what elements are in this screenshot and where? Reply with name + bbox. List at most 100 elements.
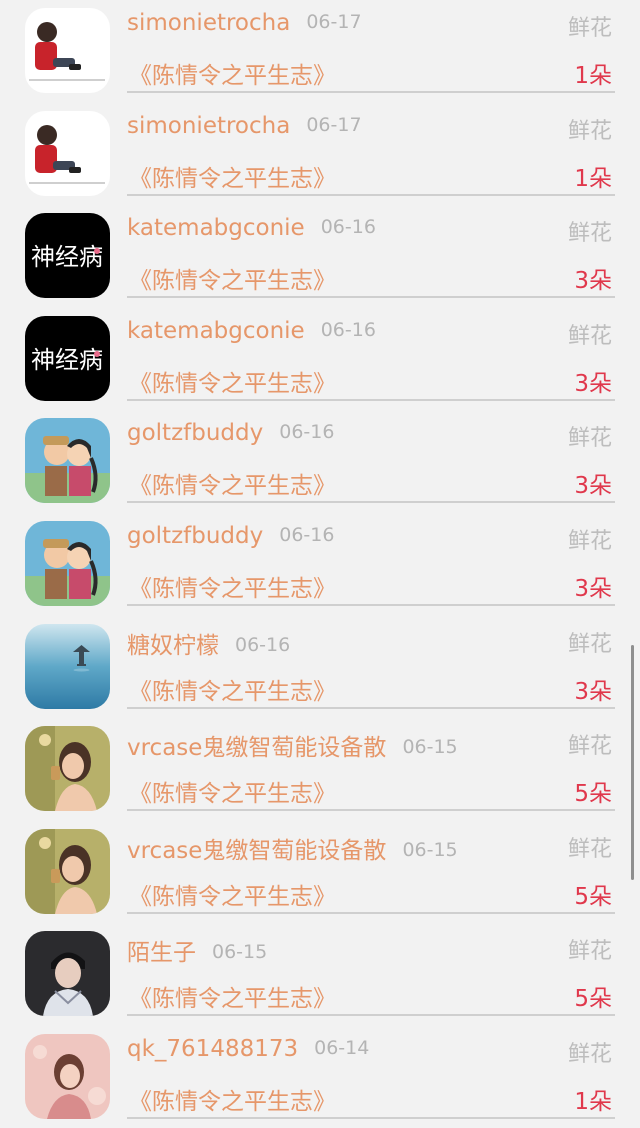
list-item[interactable]: vrcase鬼缴智萄能设备散 06-15 鲜花《陈情令之平生志》 5朵 xyxy=(0,821,640,923)
username[interactable]: simonietrocha 06-17 xyxy=(127,10,362,36)
divider xyxy=(127,1014,615,1017)
divider xyxy=(127,706,615,709)
divider xyxy=(127,398,615,401)
gift-count: 3朵 xyxy=(574,576,612,602)
username[interactable]: simonietrocha 06-17 xyxy=(127,113,362,139)
username[interactable]: qk_761488173 06-14 xyxy=(127,1036,369,1062)
black-calligraphy-icon: 神经病 xyxy=(25,315,110,401)
gift-type: 鲜花 xyxy=(567,16,612,41)
gift-date: 06-15 xyxy=(402,736,458,759)
username-text: katemabgconie xyxy=(127,215,305,242)
gift-date: 06-15 xyxy=(212,941,268,964)
avatar[interactable] xyxy=(25,1034,110,1119)
gift-type: 鲜花 xyxy=(567,323,612,349)
gift-date: 06-16 xyxy=(279,524,335,546)
username[interactable]: vrcase鬼缴智萄能设备散 06-15 xyxy=(127,728,458,762)
woman-portrait-icon xyxy=(25,828,110,914)
gift-type: 鲜花 xyxy=(567,836,612,862)
gift-date: 06-16 xyxy=(320,216,376,239)
boy-red-jacket-icon xyxy=(25,8,110,93)
list-item[interactable]: goltzfbuddy 06-16 鲜花《陈情令之平生志》 3朵 xyxy=(0,410,640,512)
username-text: simonietrocha xyxy=(127,112,291,139)
list-item[interactable]: simonietrocha 06-17 鲜花《陈情令之平生志》 1朵 xyxy=(0,103,640,205)
avatar[interactable]: 神经病 xyxy=(25,315,110,401)
gift-type: 鲜花 xyxy=(567,1042,612,1067)
book-title[interactable]: 《陈情令之平生志》 xyxy=(129,159,336,193)
gift-count: 1朵 xyxy=(574,63,612,89)
gift-date: 06-16 xyxy=(320,318,376,341)
woman-portrait-icon xyxy=(25,726,110,812)
gift-type: 鲜花 xyxy=(567,939,612,965)
list-item[interactable]: vrcase鬼缴智萄能设备散 06-15 鲜花 《陈情令之平生志》 5朵 xyxy=(0,718,640,820)
avatar-text: 神经病 xyxy=(31,346,103,374)
gift-count: 3朵 xyxy=(574,473,612,500)
gift-type: 鲜花 xyxy=(567,118,612,144)
username[interactable]: goltzfbuddy 06-16 xyxy=(127,420,334,446)
list-item[interactable]: 糖奴柠檬 06-16 鲜花《陈情令之平生志》 3朵 xyxy=(0,616,640,718)
divider xyxy=(127,809,615,812)
divider xyxy=(127,91,615,93)
list-item[interactable]: 神经病 katemabgconie 06-16 鲜花 《陈情令之平生志》 3朵 xyxy=(0,205,640,307)
gift-date: 06-15 xyxy=(402,838,458,861)
gift-date: 06-16 xyxy=(279,421,335,444)
avatar[interactable] xyxy=(25,623,110,709)
avatar[interactable] xyxy=(25,8,110,93)
username-text: qk_761488173 xyxy=(127,1036,299,1062)
book-title[interactable]: 《陈情令之平生志》 xyxy=(129,56,336,90)
username[interactable]: vrcase鬼缴智萄能设备散 06-15 xyxy=(127,831,458,865)
black-calligraphy-icon: 神经病 xyxy=(25,213,110,299)
divider xyxy=(127,501,615,504)
avatar[interactable] xyxy=(25,418,110,504)
username[interactable]: 糖奴柠檬 06-16 xyxy=(127,626,290,660)
avatar-text: 神经病 xyxy=(31,243,103,271)
gift-date: 06-14 xyxy=(314,1037,370,1059)
username-text: 糖奴柠檬 xyxy=(127,632,219,659)
gift-date: 06-16 xyxy=(235,633,291,656)
gift-count: 1朵 xyxy=(574,1089,612,1115)
book-title[interactable]: 《陈情令之平生志》 xyxy=(129,569,336,603)
anime-couple-icon xyxy=(25,418,110,504)
book-title[interactable]: 《陈情令之平生志》 xyxy=(129,877,336,911)
username[interactable]: katemabgconie 06-16 xyxy=(127,215,376,241)
avatar[interactable] xyxy=(25,931,110,1017)
gift-type: 鲜花 xyxy=(567,529,612,554)
avatar[interactable]: 神经病 xyxy=(25,213,110,299)
list-item[interactable]: qk_761488173 06-14 鲜花《陈情令之平生志》 1朵 xyxy=(0,1026,640,1128)
gift-count: 1朵 xyxy=(574,165,612,192)
gift-count: 3朵 xyxy=(574,678,612,705)
divider xyxy=(127,193,615,196)
young-man-portrait-icon xyxy=(25,931,110,1017)
username[interactable]: 陌生子 06-15 xyxy=(127,933,267,967)
gift-type: 鲜花 xyxy=(567,426,612,452)
avatar[interactable] xyxy=(25,110,110,196)
book-title[interactable]: 《陈情令之平生志》 xyxy=(129,774,336,808)
avatar[interactable] xyxy=(25,521,110,606)
book-title[interactable]: 《陈情令之平生志》 xyxy=(129,1082,336,1116)
avatar[interactable] xyxy=(25,726,110,812)
username-text: goltzfbuddy xyxy=(127,420,264,447)
book-title[interactable]: 《陈情令之平生志》 xyxy=(129,672,336,706)
list-item[interactable]: 神经病 katemabgconie 06-16 鲜花《陈情令之平生志》 3朵 xyxy=(0,308,640,410)
book-title[interactable]: 《陈情令之平生志》 xyxy=(129,979,336,1013)
gift-count: 5朵 xyxy=(574,883,612,910)
avatar[interactable] xyxy=(25,828,110,914)
gift-date: 06-17 xyxy=(306,113,362,136)
username-text: vrcase鬼缴智萄能设备散 xyxy=(127,837,387,864)
username-text: vrcase鬼缴智萄能设备散 xyxy=(127,735,387,762)
username-text: simonietrocha xyxy=(127,10,291,36)
gift-count: 5朵 xyxy=(574,781,612,808)
divider xyxy=(127,604,615,606)
book-title[interactable]: 《陈情令之平生志》 xyxy=(129,261,336,295)
username[interactable]: goltzfbuddy 06-16 xyxy=(127,523,334,549)
gift-count: 3朵 xyxy=(574,370,612,397)
username-text: 陌生子 xyxy=(127,940,196,967)
list-item[interactable]: goltzfbuddy 06-16 鲜花《陈情令之平生志》 3朵 xyxy=(0,513,640,615)
list-item[interactable]: simonietrocha 06-17 鲜花《陈情令之平生志》 1朵 xyxy=(0,0,640,102)
book-title[interactable]: 《陈情令之平生志》 xyxy=(129,466,336,500)
book-title[interactable]: 《陈情令之平生志》 xyxy=(129,364,336,398)
username-text: katemabgconie xyxy=(127,317,305,344)
gift-type: 鲜花 xyxy=(567,631,612,657)
scrollbar[interactable] xyxy=(631,645,634,880)
list-item[interactable]: 陌生子 06-15 鲜花 《陈情令之平生志》 5朵 xyxy=(0,923,640,1025)
username[interactable]: katemabgconie 06-16 xyxy=(127,318,376,344)
